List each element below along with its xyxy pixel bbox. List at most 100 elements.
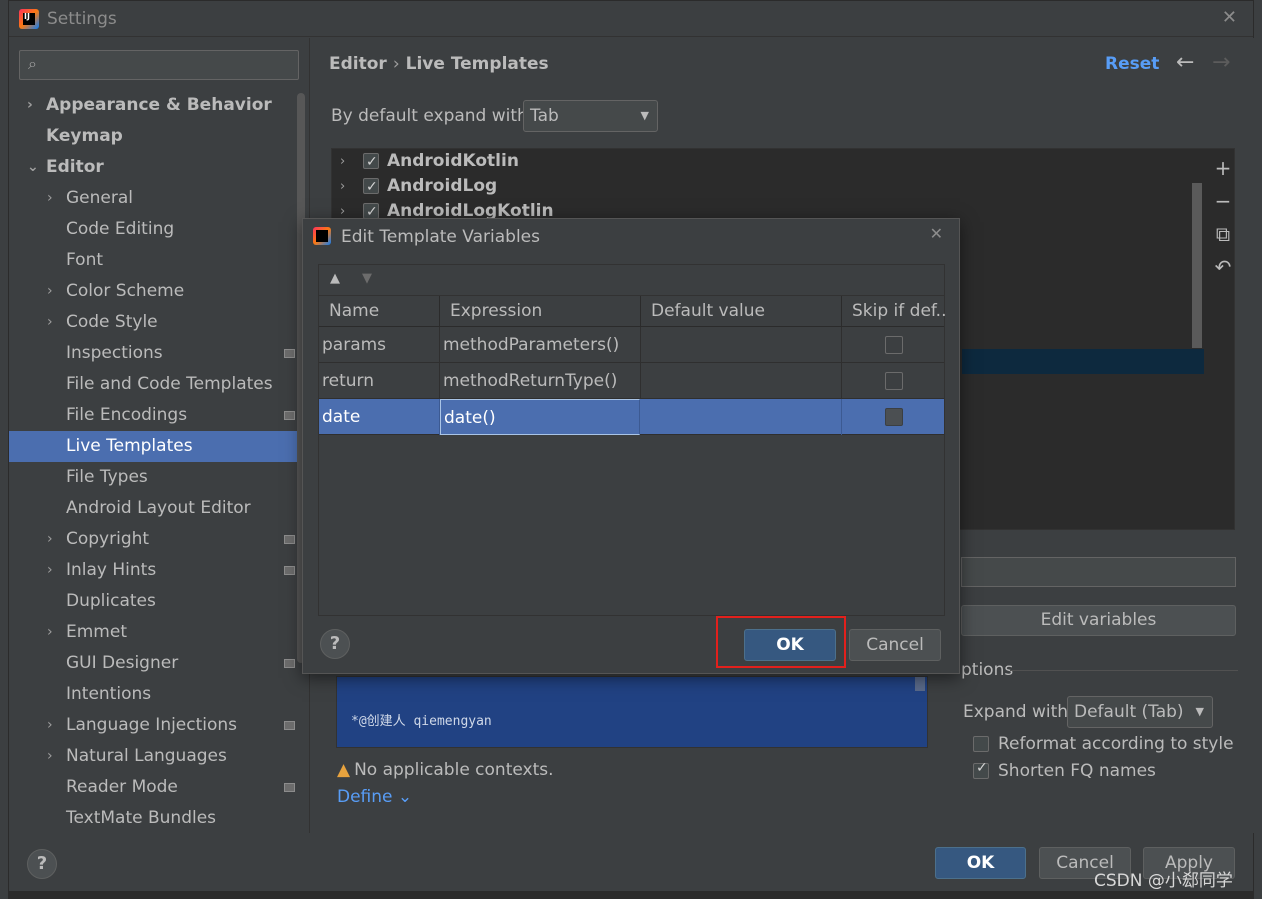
sidebar-item-label: Inlay Hints [66, 560, 157, 580]
template-checkbox[interactable] [363, 150, 379, 175]
column-header-name[interactable]: Name [319, 296, 440, 327]
sidebar-item-reader-mode[interactable]: Reader Mode [9, 772, 301, 803]
sidebar-item-appearance-behavior[interactable]: › Appearance & Behavior [9, 90, 301, 121]
chevron-right-icon[interactable]: › [47, 524, 53, 555]
chevron-right-icon[interactable]: › [47, 307, 53, 338]
sidebar-item-live-templates[interactable]: Live Templates [9, 431, 301, 462]
highlight-annotation [716, 616, 846, 668]
app-logo-icon: IJ [19, 9, 39, 29]
sidebar-item-file-types[interactable]: File Types [9, 462, 301, 493]
sidebar-item-file-and-code-templates[interactable]: File and Code Templates [9, 369, 301, 400]
skip-checkbox[interactable] [885, 336, 903, 354]
sidebar-item-label: Android Layout Editor [66, 498, 251, 518]
table-row[interactable]: return methodReturnType() [319, 363, 944, 399]
settings-sidebar: ⌕ › Appearance & Behavior Keymap ⌄ Editor › Ge… [9, 38, 309, 833]
breadcrumb: Editor › Live Templates [329, 54, 549, 74]
sidebar-item-editor[interactable]: ⌄ Editor [9, 152, 301, 183]
define-link[interactable]: Define ⌄ [337, 787, 412, 807]
cell-expression[interactable]: methodReturnType() [440, 363, 641, 399]
template-text-editor[interactable]: *@创建人 qiemengyan [336, 676, 928, 748]
templates-scrollbar[interactable] [1192, 183, 1202, 348]
move-down-icon[interactable]: ▼ [362, 271, 372, 286]
help-icon[interactable]: ? [27, 849, 57, 879]
sidebar-item-label: Code Style [66, 312, 158, 332]
chevron-down-icon[interactable]: ⌄ [27, 152, 39, 183]
expand-with-select[interactable]: Default (Tab) ▼ [1067, 696, 1213, 728]
chevron-right-icon[interactable]: › [47, 741, 53, 772]
template-checkbox[interactable] [363, 200, 379, 225]
add-icon[interactable]: + [1208, 156, 1238, 189]
skip-checkbox[interactable] [885, 408, 903, 426]
close-icon[interactable]: ✕ [930, 224, 943, 243]
help-icon[interactable]: ? [320, 629, 350, 659]
cell-default[interactable] [641, 363, 842, 399]
shorten-fq-checkbox[interactable] [973, 760, 989, 779]
sidebar-item-textmate-bundles[interactable]: TextMate Bundles [9, 803, 301, 834]
sidebar-item-general[interactable]: › General [9, 183, 301, 214]
chevron-right-icon[interactable]: › [47, 276, 53, 307]
sidebar-item-file-encodings[interactable]: File Encodings [9, 400, 301, 431]
sidebar-item-code-editing[interactable]: Code Editing [9, 214, 301, 245]
description-input[interactable] [961, 557, 1236, 587]
editor-scrollbar[interactable] [915, 677, 925, 691]
column-header-expression[interactable]: Expression [440, 296, 641, 327]
cell-expression-editing[interactable]: date() [440, 399, 640, 435]
sidebar-item-android-layout-editor[interactable]: Android Layout Editor [9, 493, 301, 524]
template-checkbox[interactable] [363, 175, 379, 200]
settings-search-input[interactable]: ⌕ [19, 50, 299, 80]
chevron-down-icon: ⌄ [397, 787, 413, 807]
sidebar-item-label: Copyright [66, 529, 150, 549]
chevron-right-icon[interactable]: › [47, 555, 53, 586]
chevron-right-icon[interactable]: › [47, 617, 53, 648]
chevron-right-icon[interactable]: › [340, 149, 345, 174]
edit-variables-button[interactable]: Edit variables [961, 605, 1236, 636]
forward-arrow-icon[interactable]: → [1212, 50, 1230, 75]
remove-icon[interactable]: − [1208, 189, 1238, 222]
chevron-right-icon[interactable]: › [340, 174, 345, 199]
sidebar-item-copyright[interactable]: › Copyright [9, 524, 301, 555]
sidebar-item-gui-designer[interactable]: GUI Designer [9, 648, 301, 679]
skip-checkbox[interactable] [885, 372, 903, 390]
table-row-selected[interactable]: date date() [319, 399, 944, 435]
sidebar-item-language-injections[interactable]: › Language Injections [9, 710, 301, 741]
sidebar-item-font[interactable]: Font [9, 245, 301, 276]
expand-key-select[interactable]: Tab ▼ [523, 100, 658, 132]
reset-link[interactable]: Reset [1105, 54, 1159, 74]
reformat-checkbox[interactable] [973, 736, 989, 752]
expand-key-value: Tab [530, 106, 559, 126]
sidebar-item-color-scheme[interactable]: › Color Scheme [9, 276, 301, 307]
dialog-cancel-button[interactable]: Cancel [849, 629, 941, 661]
selected-template-row[interactable] [962, 349, 1204, 374]
project-scope-icon [284, 659, 295, 668]
sidebar-item-label: Code Editing [66, 219, 175, 239]
sidebar-item-code-style[interactable]: › Code Style [9, 307, 301, 338]
sidebar-item-inlay-hints[interactable]: › Inlay Hints [9, 555, 301, 586]
chevron-right-icon[interactable]: › [47, 710, 53, 741]
cell-name[interactable]: return [319, 363, 440, 399]
cell-expression[interactable]: methodParameters() [440, 327, 641, 363]
back-arrow-icon[interactable]: ← [1176, 50, 1194, 75]
ok-button[interactable]: OK [935, 847, 1026, 879]
sidebar-item-natural-languages[interactable]: › Natural Languages [9, 741, 301, 772]
table-row[interactable]: params methodParameters() [319, 327, 944, 363]
cell-name[interactable]: date [319, 399, 440, 435]
sidebar-item-emmet[interactable]: › Emmet [9, 617, 301, 648]
column-header-skip[interactable]: Skip if def... [842, 296, 946, 327]
cell-name[interactable]: params [319, 327, 440, 363]
close-icon[interactable]: ✕ [1222, 7, 1237, 28]
cell-default[interactable] [641, 399, 842, 435]
sidebar-item-inspections[interactable]: Inspections [9, 338, 301, 369]
window-title: Settings [47, 9, 117, 29]
sidebar-item-duplicates[interactable]: Duplicates [9, 586, 301, 617]
sidebar-item-intentions[interactable]: Intentions [9, 679, 301, 710]
column-header-default[interactable]: Default value [641, 296, 842, 327]
project-scope-icon [284, 566, 295, 575]
move-up-icon[interactable]: ▲ [330, 271, 340, 286]
copy-icon[interactable]: ⧉ [1208, 222, 1238, 255]
undo-icon[interactable]: ↶ [1208, 255, 1238, 288]
chevron-right-icon[interactable]: › [47, 183, 53, 214]
cell-default[interactable] [641, 327, 842, 363]
search-icon: ⌕ [28, 54, 37, 73]
chevron-right-icon[interactable]: › [27, 90, 33, 121]
sidebar-item-keymap[interactable]: Keymap [9, 121, 301, 152]
